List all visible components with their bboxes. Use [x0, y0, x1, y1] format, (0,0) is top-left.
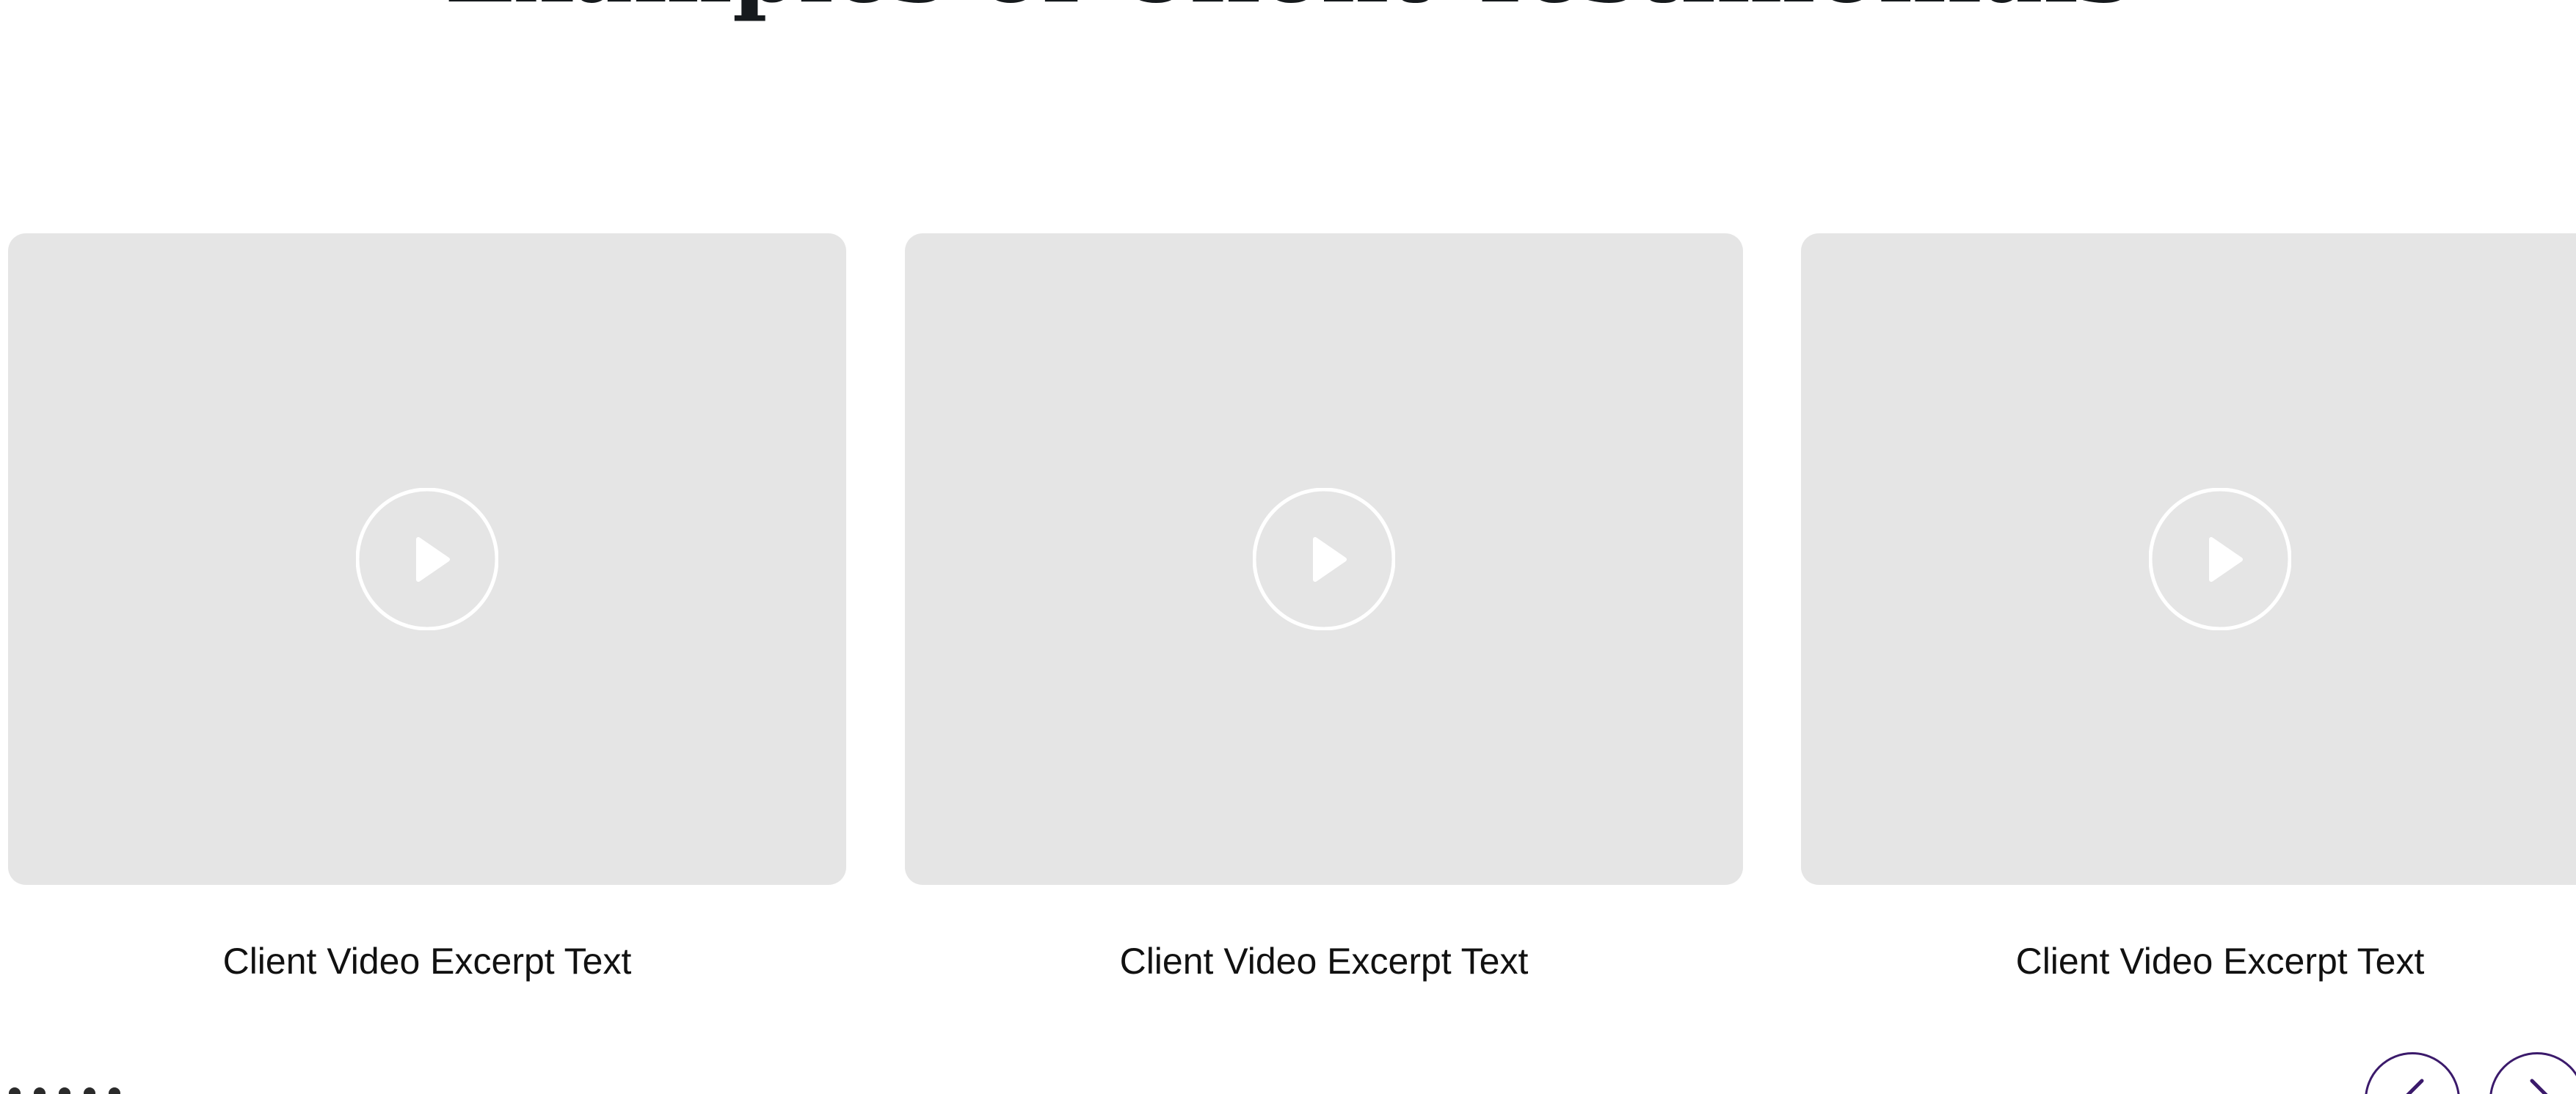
chevron-right-icon [2530, 1079, 2548, 1094]
testimonial-card: Client Video Excerpt Text [8, 233, 846, 991]
video-thumbnail[interactable] [905, 233, 1743, 885]
pagination-dot[interactable] [109, 1087, 120, 1094]
pagination-dot[interactable] [59, 1087, 70, 1094]
pagination-dot[interactable] [34, 1087, 46, 1094]
testimonials-page: Examples of Client Testimonials Client V… [0, 0, 2576, 1094]
video-thumbnail[interactable] [1801, 233, 2576, 885]
play-icon[interactable] [1253, 488, 1395, 630]
play-icon[interactable] [2149, 488, 2291, 630]
section-title: Examples of Client Testimonials [0, 0, 2576, 21]
video-caption: Client Video Excerpt Text [2015, 941, 2425, 982]
video-caption: Client Video Excerpt Text [222, 941, 632, 982]
video-thumbnail[interactable] [8, 233, 846, 885]
carousel-prev-button[interactable] [2365, 1052, 2460, 1094]
chevron-left-icon [2406, 1079, 2424, 1094]
pagination-dot[interactable] [84, 1087, 95, 1094]
pagination-dot[interactable] [9, 1087, 21, 1094]
testimonial-card: Client Video Excerpt Text [905, 233, 1743, 991]
carousel-next-button[interactable] [2489, 1052, 2576, 1094]
video-caption: Client Video Excerpt Text [1119, 941, 1529, 982]
carousel-pagination [9, 1087, 120, 1094]
play-icon[interactable] [356, 488, 498, 630]
testimonial-card: Client Video Excerpt Text [1801, 233, 2576, 991]
